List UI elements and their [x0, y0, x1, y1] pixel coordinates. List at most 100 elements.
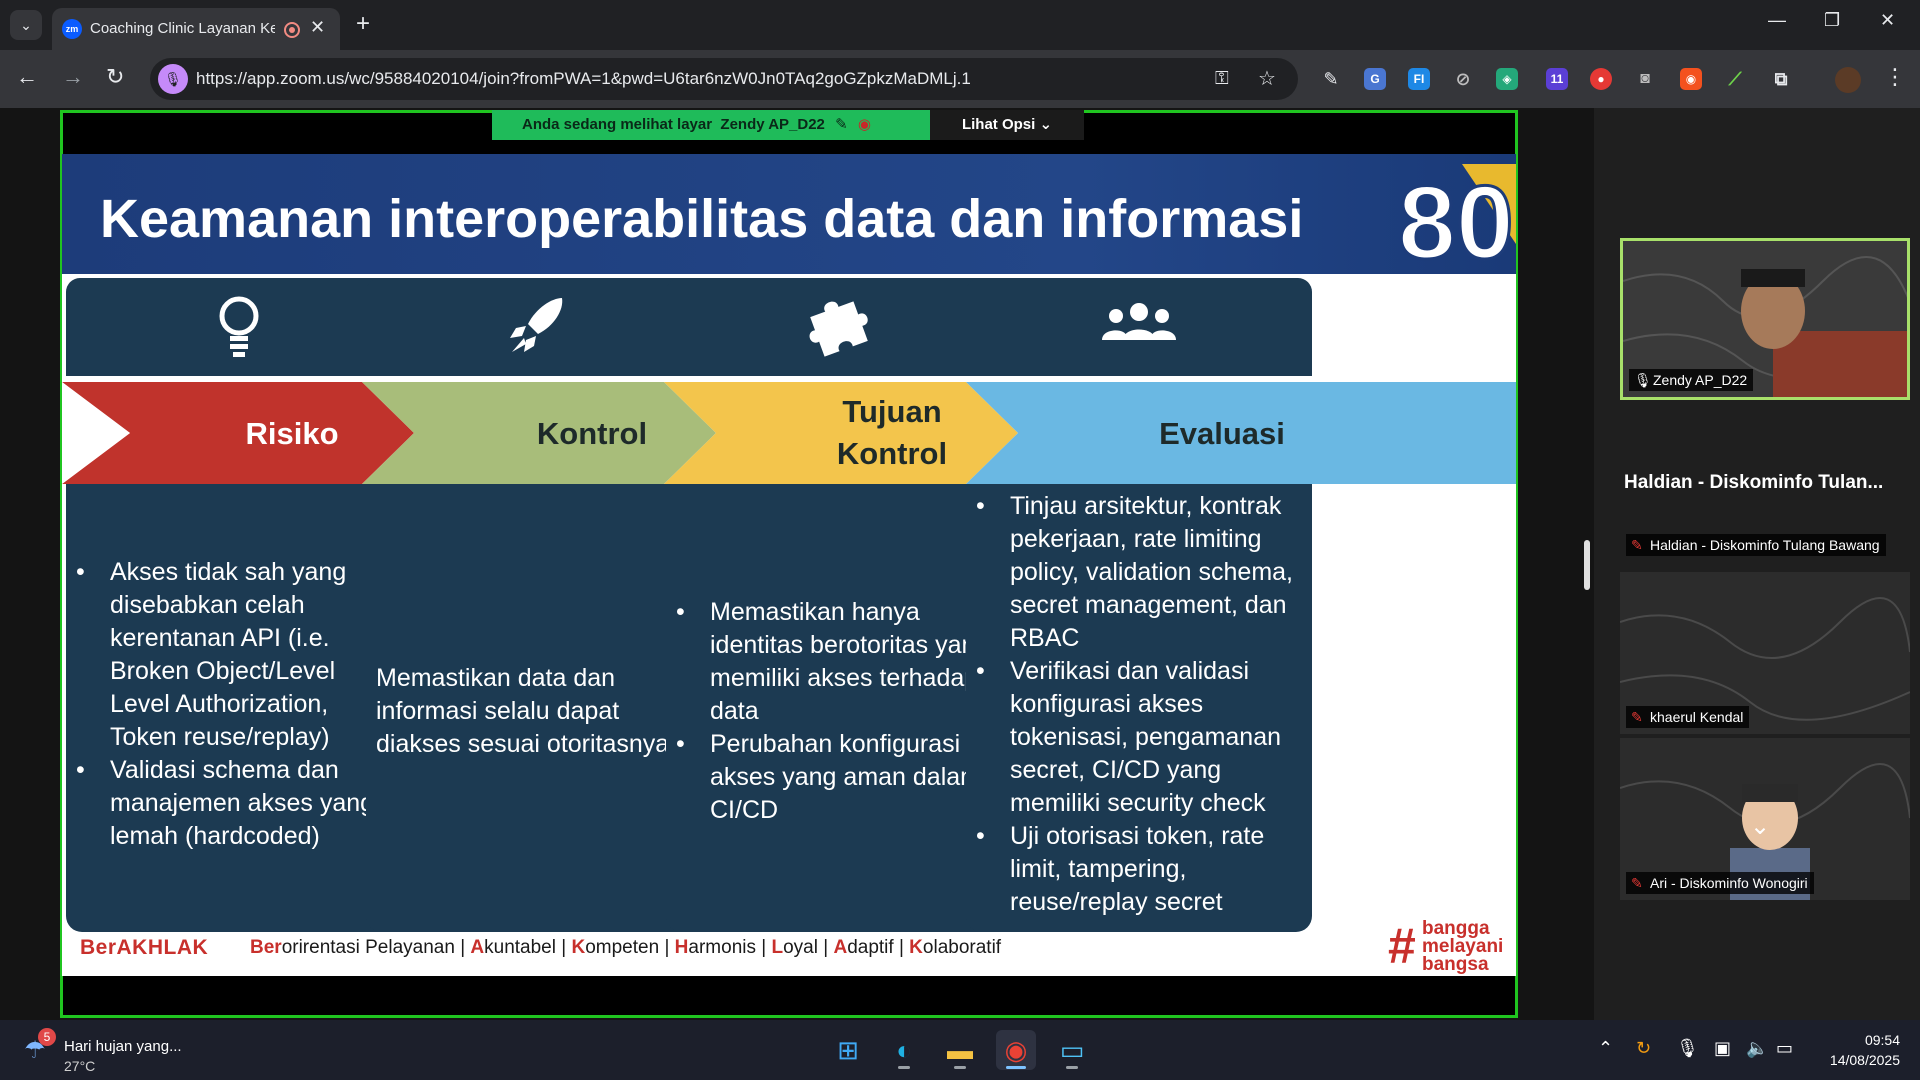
lightbulb-icon	[219, 296, 259, 357]
extension-badge-icon[interactable]: 11	[1546, 68, 1568, 90]
url-text[interactable]: https://app.zoom.us/wc/95884020104/join?…	[196, 69, 971, 89]
chart-extension-icon[interactable]: ⟋	[1724, 68, 1746, 90]
panel-resize-handle[interactable]	[1584, 540, 1590, 590]
tab-search-button[interactable]: ⌄	[10, 10, 42, 40]
slide-header: Keamanan interoperabilitas data dan info…	[62, 154, 1516, 274]
view-options-button[interactable]: Lihat Opsi ⌄	[930, 110, 1084, 140]
minimize-button[interactable]: —	[1768, 10, 1786, 31]
berakhlak-logo: BerAKHLAK	[80, 936, 209, 959]
bookmark-star-icon[interactable]: ☆	[1258, 66, 1276, 91]
kontrol-heading: Kontrol	[536, 416, 648, 451]
share-status-banner: Anda sedang melihat layar Zendy AP_D22 ✎…	[492, 110, 930, 140]
hashtag-icon: #	[1388, 918, 1416, 974]
new-tab-button[interactable]: +	[356, 10, 370, 38]
clock-date: 14/08/2025	[1829, 1052, 1900, 1068]
system-clock[interactable]: 09:54 14/08/2025	[1800, 1030, 1900, 1070]
logo-80-text: 80	[1398, 165, 1514, 274]
compass-extension-icon[interactable]: ⊘	[1452, 68, 1474, 90]
profile-avatar[interactable]	[1835, 67, 1861, 93]
people-icon	[1102, 303, 1176, 340]
participant-name-tag: ✎ Ari - Diskominfo Wonogiri	[1626, 872, 1814, 894]
zoom-favicon-icon: zm	[62, 19, 82, 39]
microphone-icon[interactable]: 🎙	[1676, 1038, 1699, 1059]
translate-extension-icon[interactable]: G	[1364, 68, 1386, 90]
kontrol-icon-box	[366, 278, 712, 376]
browser-toolbar: ← → ↻ 🎙 https://app.zoom.us/wc/958840201…	[0, 50, 1920, 108]
record-extension-icon[interactable]: ●	[1590, 68, 1612, 90]
more-participants-chevron-icon[interactable]: ⌄	[1750, 812, 1770, 841]
evaluasi-heading: Evaluasi	[1159, 416, 1285, 451]
presentation-slide: Keamanan interoperabilitas data dan info…	[62, 154, 1516, 976]
edge-browser-icon[interactable]: ◐	[884, 1030, 924, 1070]
puzzle-icon	[809, 301, 868, 357]
app-window-icon[interactable]: ▭	[1052, 1030, 1092, 1070]
participant-tile[interactable]: ✎ Haldian - Diskominfo Tulang Bawang	[1620, 528, 1910, 558]
volume-icon[interactable]: 🔈	[1746, 1038, 1768, 1059]
mic-muted-icon: ✎	[1631, 709, 1643, 725]
forward-arrow-icon[interactable]: →	[62, 64, 84, 90]
weather-text: Hari hujan yang...	[64, 1038, 182, 1055]
evaluasi-bullet: Uji otorisasi token, rate limit, tamperi…	[966, 820, 1308, 919]
tujuan-kontrol-body: Memastikan hanya identitas berotoritas y…	[666, 484, 1012, 932]
share-banner-text: Anda sedang melihat layar	[522, 116, 713, 133]
kontrol-text: Memastikan data dan informasi selalu dap…	[376, 664, 677, 758]
risiko-heading: Risiko	[245, 416, 339, 451]
tab-close-icon[interactable]: ✕	[310, 17, 325, 38]
reload-icon[interactable]: ↻	[106, 64, 124, 90]
participant-tile[interactable]: ✎ khaerul Kendal	[1620, 572, 1910, 734]
evaluasi-bullet: Verifikasi dan validasi konfigurasi akse…	[966, 655, 1308, 820]
network-icon[interactable]: ▣	[1714, 1038, 1731, 1059]
file-explorer-icon[interactable]: ▬	[940, 1030, 980, 1070]
kontrol-body: Memastikan data dan informasi selalu dap…	[366, 484, 712, 932]
bangga-melayani-bangsa-logo: # bangga melayani bangsa	[1388, 918, 1504, 975]
tujuan-bullet: Perubahan konfigurasi akses yang aman da…	[666, 728, 1006, 827]
start-windows-icon[interactable]: ⊞	[828, 1030, 868, 1070]
participant-name-tag: ✎ Haldian - Diskominfo Tulang Bawang	[1626, 534, 1886, 556]
risiko-body: Akses tidak sah yang disebabkan celah ke…	[66, 484, 412, 932]
shield-extension-icon[interactable]: ◈	[1496, 68, 1518, 90]
chrome-browser-icon[interactable]: ◉	[996, 1030, 1036, 1070]
participant-tile[interactable]: 🎙 Zendy AP_D22	[1620, 238, 1910, 400]
tab-title: Coaching Clinic Layanan Ke	[90, 20, 275, 37]
participant-name-tag: ✎ khaerul Kendal	[1626, 706, 1750, 728]
risiko-bullet: Akses tidak sah yang disebabkan celah ke…	[66, 556, 396, 754]
evaluasi-body: Tinjau arsitektur, kontrak pekerjaan, ra…	[966, 484, 1312, 932]
muted-mic-icon: ✎	[835, 116, 848, 133]
extensions-puzzle-icon[interactable]: ⧉	[1770, 68, 1792, 90]
back-arrow-icon[interactable]: ←	[16, 64, 38, 90]
recording-icon	[284, 22, 300, 38]
view-options-label: Lihat Opsi	[961, 116, 1036, 133]
temperature-text: 27°C	[64, 1058, 96, 1074]
participant-name-tag: 🎙 Zendy AP_D22	[1629, 369, 1754, 391]
eyedropper-extension-icon[interactable]: ✎	[1320, 68, 1342, 90]
evaluasi-icon-box	[966, 278, 1312, 376]
sync-icon[interactable]: ↻	[1636, 1038, 1651, 1059]
fi-extension-icon[interactable]: FI	[1408, 68, 1430, 90]
close-window-button[interactable]: ✕	[1880, 10, 1895, 31]
chevron-down-icon: ⌄	[1039, 116, 1053, 133]
evaluasi-bullet: Tinjau arsitektur, kontrak pekerjaan, ra…	[966, 490, 1308, 655]
battery-icon[interactable]: ▭	[1776, 1038, 1793, 1059]
camera-extension-icon[interactable]: ◙	[1634, 68, 1656, 90]
mic-permission-icon[interactable]: 🎙	[158, 64, 188, 94]
tujuan-heading-line2: Kontrol	[836, 436, 948, 471]
restore-button[interactable]: ❐	[1824, 10, 1840, 31]
tray-overflow-chevron-icon[interactable]: ⌃	[1598, 1038, 1613, 1059]
tujuan-icon-box	[666, 278, 1012, 376]
risiko-bullet: Validasi schema dan manajemen akses yang…	[66, 754, 396, 853]
browser-tab-zoom[interactable]: zm Coaching Clinic Layanan Ke ✕	[52, 8, 340, 50]
weather-widget[interactable]: ☂ 5 Hari hujan yang... 27°C	[20, 1028, 220, 1074]
recording-dot-icon: ◉	[857, 116, 871, 133]
risiko-icon-box	[66, 278, 412, 376]
address-bar[interactable]: 🎙 https://app.zoom.us/wc/95884020104/joi…	[150, 58, 1298, 100]
mic-on-icon: 🎙	[1634, 372, 1652, 388]
browser-tab-strip: ⌄ zm Coaching Clinic Layanan Ke ✕ + — ❐ …	[0, 0, 1920, 50]
password-key-icon[interactable]: ⚿	[1215, 68, 1229, 89]
browser-menu-icon[interactable]: ⋮	[1884, 64, 1906, 90]
windows-taskbar: ☂ 5 Hari hujan yang... 27°C ⊞ ◐ ▬ ◉ ▭ ⌃ …	[0, 1020, 1920, 1080]
screen-recorder-extension-icon[interactable]: ◉	[1680, 68, 1702, 90]
tujuan-heading-line1: Tujuan	[842, 394, 942, 429]
notification-badge: 5	[38, 1028, 56, 1046]
slide-title: Keamanan interoperabilitas data dan info…	[100, 189, 1304, 249]
tujuan-bullet: Memastikan hanya identitas berotoritas y…	[666, 596, 1006, 728]
